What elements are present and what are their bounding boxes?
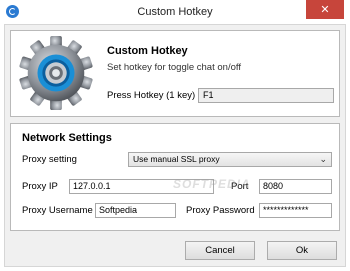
- dialog-body: Custom Hotkey Set hotkey for toggle chat…: [4, 24, 346, 267]
- proxy-setting-select[interactable]: Use manual SSL proxy ⌄: [128, 152, 332, 167]
- title-bar[interactable]: Custom Hotkey ✕: [0, 0, 350, 24]
- network-heading: Network Settings: [22, 132, 112, 144]
- gear-icon: [19, 35, 93, 111]
- proxy-ip-label: Proxy IP: [22, 181, 58, 192]
- hotkey-heading: Custom Hotkey: [107, 45, 188, 57]
- watermark: SOFTPEDIA: [173, 177, 251, 191]
- press-hotkey-label: Press Hotkey (1 key): [107, 90, 196, 101]
- hotkey-subtitle: Set hotkey for toggle chat on/off: [107, 62, 241, 73]
- proxy-username-input[interactable]: Softpedia: [95, 203, 176, 218]
- custom-hotkey-dialog: Custom Hotkey ✕ Custom Hotkey Set hotkey…: [0, 0, 350, 271]
- cancel-button[interactable]: Cancel: [185, 241, 255, 260]
- close-button[interactable]: ✕: [306, 0, 344, 19]
- ok-button[interactable]: Ok: [267, 241, 337, 260]
- port-input[interactable]: 8080: [259, 179, 332, 194]
- proxy-username-label: Proxy Username: [22, 205, 93, 216]
- hotkey-input[interactable]: F1: [198, 88, 334, 103]
- proxy-setting-value: Use manual SSL proxy: [133, 154, 220, 164]
- proxy-password-input[interactable]: *************: [259, 203, 332, 218]
- window-title: Custom Hotkey: [137, 6, 213, 18]
- proxy-password-label: Proxy Password: [186, 205, 255, 216]
- proxy-setting-label: Proxy setting: [22, 154, 77, 165]
- hotkey-panel: Custom Hotkey Set hotkey for toggle chat…: [10, 30, 340, 117]
- chevron-down-icon: ⌄: [319, 155, 327, 165]
